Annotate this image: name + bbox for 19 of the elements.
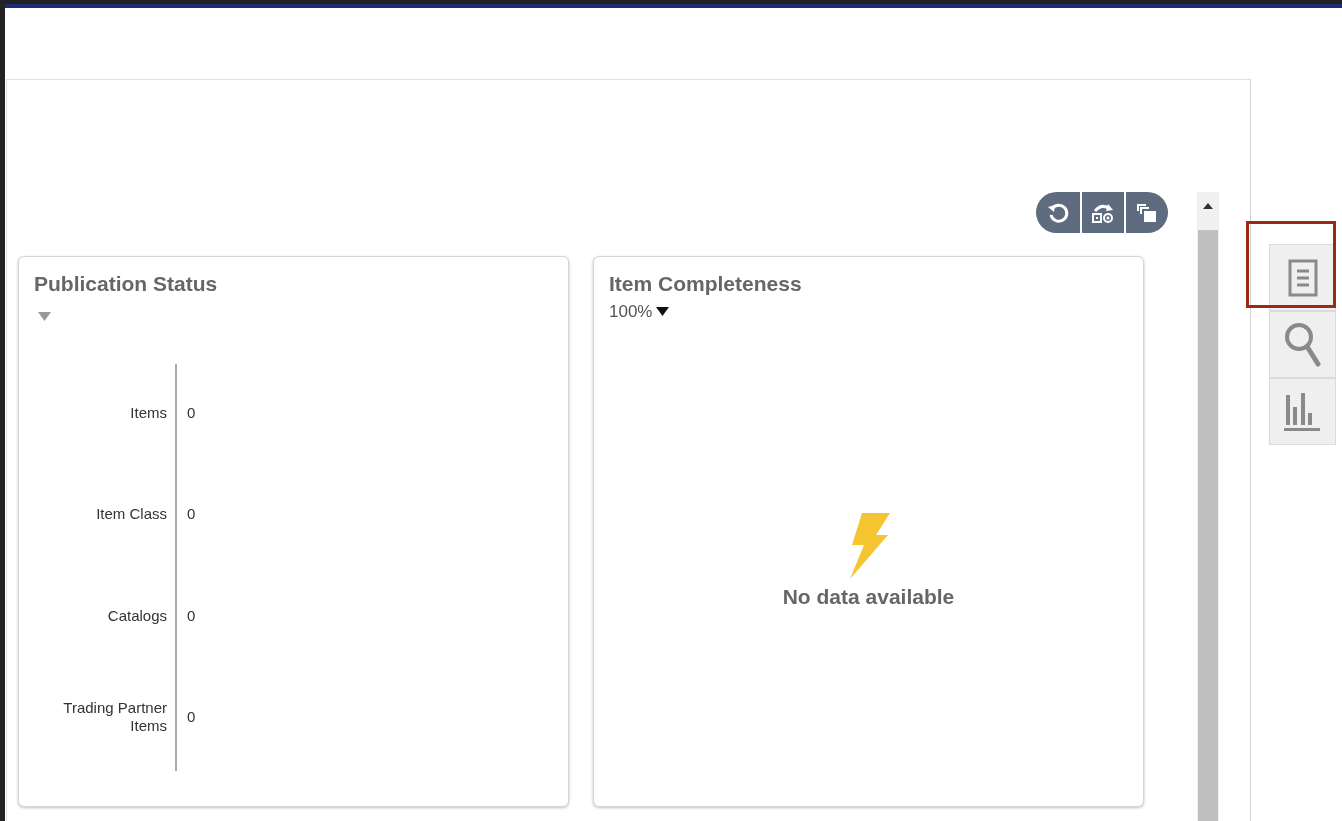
category-label: Catalogs [107,606,167,624]
caret-icon [656,307,670,317]
category-label: Trading Partner Items [63,698,167,734]
side-tab[interactable] [1269,244,1336,311]
filter-dropdown[interactable]: 100% [609,299,670,325]
value-label: 0 [187,707,196,725]
category-label: Items [130,403,167,421]
no-data-message: No data available [782,583,955,610]
document-icon [1287,258,1318,297]
card-title: Publication Status [34,271,219,297]
search-icon [1283,321,1322,368]
card-title: Item Completeness [609,271,803,297]
side-tab[interactable] [1269,378,1336,445]
value-label: 0 [187,403,196,421]
category-label: Item Class [96,504,167,522]
dropdown-caret-icon[interactable] [38,312,51,321]
side-tab[interactable] [1269,311,1336,378]
value-label: 0 [187,606,196,624]
value-label: 0 [187,504,196,522]
